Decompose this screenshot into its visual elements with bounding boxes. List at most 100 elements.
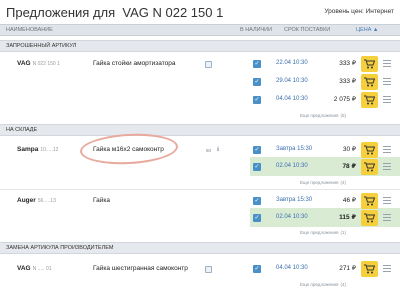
add-to-cart-button[interactable] bbox=[361, 159, 378, 175]
delivery-date: 02.04 10:30 bbox=[276, 214, 308, 220]
cart-icon bbox=[364, 77, 375, 87]
more-offers-link[interactable]: Еще предложения (4) bbox=[300, 180, 346, 185]
check-icon[interactable]: ✓ bbox=[253, 96, 261, 104]
more-offers-link[interactable]: Еще предложения (4) bbox=[300, 282, 346, 287]
menu-icon[interactable] bbox=[383, 214, 391, 222]
add-to-cart-button[interactable] bbox=[361, 261, 378, 277]
section-label: Запрошенный артикул bbox=[6, 43, 77, 49]
title-bar: Предложения для VAG N 022 150 1 Уровень … bbox=[0, 0, 400, 24]
delivery-date: 04.04 10:30 bbox=[276, 265, 308, 271]
section-label: Замена артикула производителем bbox=[6, 245, 114, 251]
add-to-cart-button[interactable] bbox=[361, 56, 378, 72]
more-count: (4) bbox=[340, 282, 346, 287]
menu-icon[interactable] bbox=[383, 146, 391, 154]
offer-price: 115 ₽ bbox=[339, 214, 356, 221]
offer-price: 30 ₽ bbox=[342, 146, 356, 153]
offer-row-highlighted: ✓ 02.04 10:30 78 ₽ bbox=[250, 159, 400, 176]
section-label: На складе bbox=[6, 127, 38, 133]
add-to-cart-button[interactable] bbox=[361, 142, 378, 158]
section-replacement: Замена артикула производителем bbox=[0, 242, 400, 254]
offer-price: 333 ₽ bbox=[339, 60, 356, 67]
col-in-stock[interactable]: В наличии bbox=[240, 27, 272, 33]
cart-icon bbox=[364, 196, 375, 206]
more-offers-link[interactable]: Еще предложения (5) bbox=[300, 113, 346, 118]
delivery-date: 02.04 10:30 bbox=[276, 163, 308, 169]
part-code: 10.....12 bbox=[40, 147, 59, 153]
page-title: Предложения для VAG N 022 150 1 bbox=[6, 5, 223, 20]
offer-row: ✓ Завтра 15:30 46 ₽ bbox=[250, 193, 400, 210]
col-name[interactable]: Наименование bbox=[6, 27, 53, 33]
offer-price: 46 ₽ bbox=[342, 197, 356, 204]
info-icon[interactable]: ℹ bbox=[217, 146, 219, 153]
brand-label: VAG bbox=[17, 265, 31, 272]
brand-name[interactable]: VAG N 022 150 1 bbox=[17, 60, 60, 67]
brand-name[interactable]: Auger 56.....13 bbox=[17, 197, 56, 204]
brand-name[interactable]: VAG N ..... 01 bbox=[17, 265, 52, 272]
more-label: Еще предложения bbox=[300, 113, 339, 118]
menu-icon[interactable] bbox=[383, 197, 391, 205]
price-level-selector[interactable]: Уровень цен: Интернет bbox=[324, 8, 394, 15]
part-code: 56.....13 bbox=[37, 198, 56, 204]
brand-label: Auger bbox=[17, 197, 36, 204]
offer-row-highlighted: ✓ 02.04 10:30 115 ₽ bbox=[250, 210, 400, 227]
stock-badge: 50 bbox=[206, 148, 212, 153]
brand-label: VAG bbox=[17, 60, 31, 67]
cart-icon bbox=[364, 213, 375, 223]
cart-icon bbox=[364, 59, 375, 69]
divider bbox=[0, 189, 400, 190]
col-price[interactable]: Цена ▲ bbox=[356, 27, 378, 33]
annotation-ellipse bbox=[79, 131, 179, 167]
add-to-cart-button[interactable] bbox=[361, 74, 378, 90]
offer-row: ✓ 22.04 10:30 333 ₽ bbox=[250, 56, 400, 73]
offer-price: 333 ₽ bbox=[339, 78, 356, 85]
section-in-stock: На складе bbox=[0, 124, 400, 136]
delivery-date: 04.04 10:30 bbox=[276, 96, 308, 102]
col-delivery[interactable]: Срок поставки bbox=[284, 27, 330, 33]
offer-row: ✓ 04.04 10:30 271 ₽ bbox=[250, 261, 400, 278]
more-count: (1) bbox=[340, 230, 346, 235]
menu-icon[interactable] bbox=[383, 265, 391, 273]
part-description: Гайка bbox=[93, 197, 111, 204]
check-icon[interactable]: ✓ bbox=[253, 60, 261, 68]
cart-icon bbox=[364, 162, 375, 172]
add-to-cart-button[interactable] bbox=[361, 210, 378, 226]
menu-icon[interactable] bbox=[383, 163, 391, 171]
delivery-date: Завтра 15:30 bbox=[276, 146, 313, 152]
add-to-cart-button[interactable] bbox=[361, 193, 378, 209]
more-offers-link[interactable]: Еще предложения (1) bbox=[300, 230, 346, 235]
brand-label: Sampa bbox=[17, 146, 39, 153]
part-code: N 022 150 1 bbox=[32, 61, 60, 67]
section-requested: Запрошенный артикул bbox=[0, 40, 400, 52]
menu-icon[interactable] bbox=[383, 78, 391, 86]
offer-price: 2 075 ₽ bbox=[333, 96, 356, 103]
offer-row: ✓ Завтра 15:30 30 ₽ bbox=[250, 142, 400, 159]
brand-name[interactable]: Sampa 10.....12 bbox=[17, 146, 58, 153]
cart-icon bbox=[364, 145, 375, 155]
part-description: Гайка шестигранная самоконтр bbox=[93, 265, 188, 272]
title-prefix: Предложения для bbox=[6, 5, 116, 20]
cart-icon bbox=[364, 264, 375, 274]
check-icon[interactable]: ✓ bbox=[253, 265, 261, 273]
check-icon[interactable]: ✓ bbox=[253, 146, 261, 154]
delivery-date: 22.04 10:30 bbox=[276, 60, 308, 66]
warehouse-icon bbox=[205, 266, 212, 273]
check-icon[interactable]: ✓ bbox=[253, 78, 261, 86]
delivery-date: 29.04 10:30 bbox=[276, 78, 308, 84]
title-part-number: VAG N 022 150 1 bbox=[122, 5, 224, 20]
offer-price: 271 ₽ bbox=[339, 265, 356, 272]
more-label: Еще предложения bbox=[300, 180, 339, 185]
column-header: Наименование В наличии Срок поставки Цен… bbox=[0, 24, 400, 36]
warehouse-icon bbox=[205, 61, 212, 68]
more-label: Еще предложения bbox=[300, 282, 339, 287]
more-count: (5) bbox=[340, 113, 346, 118]
add-to-cart-button[interactable] bbox=[361, 92, 378, 108]
offer-price: 78 ₽ bbox=[342, 163, 356, 170]
menu-icon[interactable] bbox=[383, 60, 391, 68]
check-icon[interactable]: ✓ bbox=[253, 197, 261, 205]
check-icon[interactable]: ✓ bbox=[253, 214, 261, 222]
delivery-date: Завтра 15:30 bbox=[276, 197, 313, 203]
check-icon[interactable]: ✓ bbox=[253, 163, 261, 171]
cart-icon bbox=[364, 95, 375, 105]
offer-row: ✓ 04.04 10:30 2 075 ₽ bbox=[250, 92, 400, 109]
menu-icon[interactable] bbox=[383, 96, 391, 104]
